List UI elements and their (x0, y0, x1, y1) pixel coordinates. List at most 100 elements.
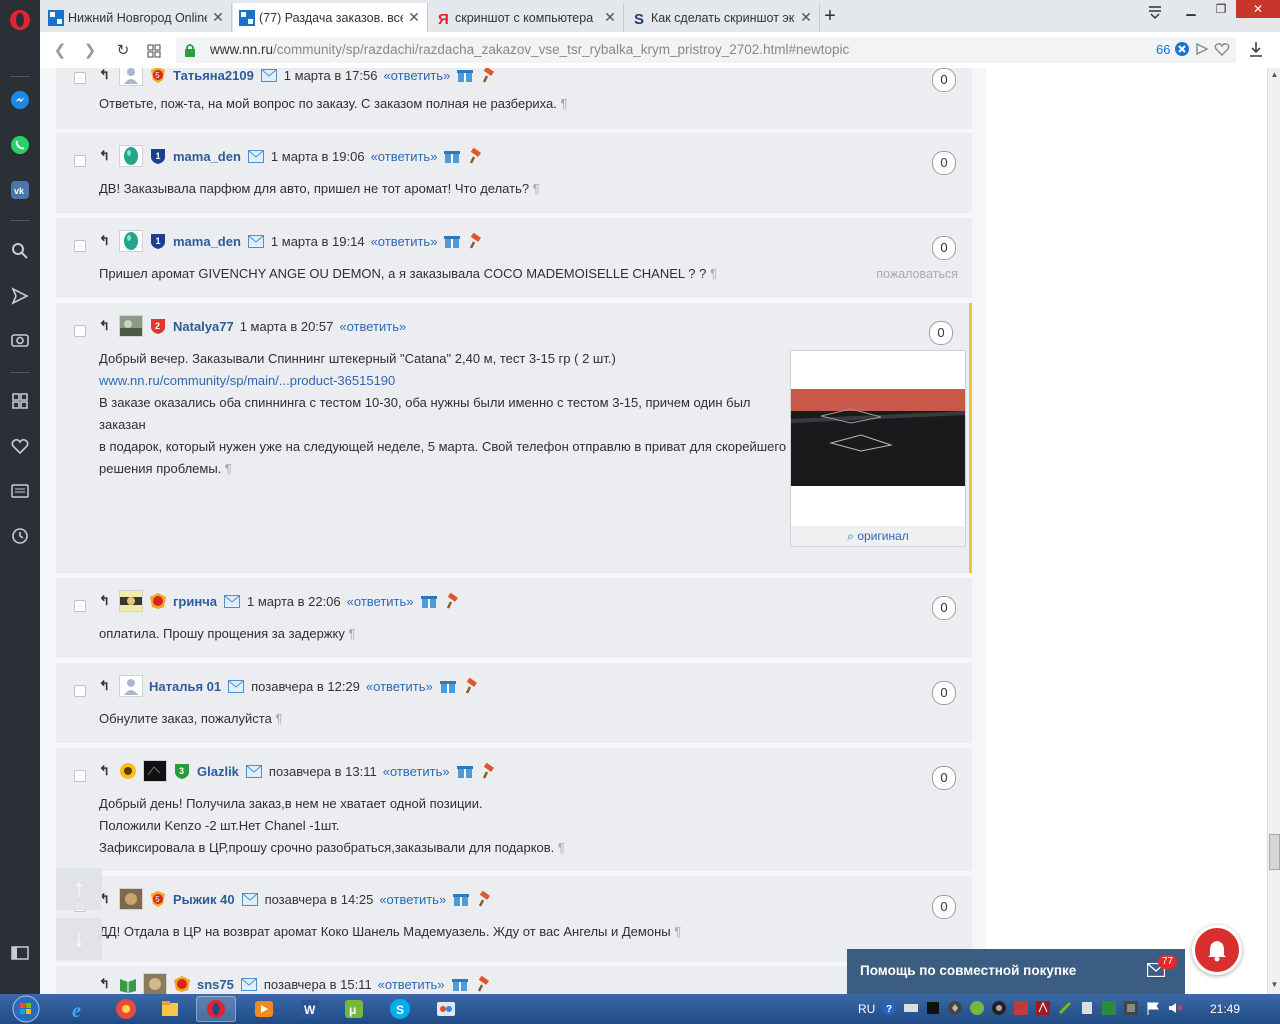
paint-taskbar-icon[interactable] (426, 996, 466, 1022)
tab-razdacha[interactable]: (77) Раздача заказов. все ✕ (233, 3, 428, 32)
reply-link[interactable]: «ответить» (379, 892, 446, 907)
back-icon[interactable]: ❮ (50, 41, 70, 61)
start-button[interactable] (6, 994, 46, 1024)
history-icon[interactable] (8, 524, 32, 548)
keyboard-icon[interactable] (903, 1000, 919, 1019)
search-icon[interactable] (8, 239, 32, 263)
select-checkbox[interactable]: · (74, 685, 86, 697)
close-tab-icon[interactable]: ✕ (407, 9, 421, 26)
forward-icon[interactable]: ❯ (80, 41, 100, 61)
tray-icon-d[interactable] (1013, 1000, 1029, 1019)
reply-link[interactable]: «ответить» (371, 234, 438, 249)
scrollbar-thumb[interactable] (1269, 834, 1280, 870)
attached-image[interactable]: ⌕ оригинал (790, 350, 966, 547)
select-checkbox[interactable]: · (74, 240, 86, 252)
utorrent-taskbar-icon[interactable]: μ (334, 996, 374, 1022)
mail-icon[interactable] (245, 762, 263, 780)
messenger-icon[interactable] (8, 88, 32, 112)
gift-icon[interactable] (443, 147, 461, 165)
hammer-icon[interactable] (480, 68, 498, 84)
close-tab-icon[interactable]: ✕ (799, 9, 813, 26)
avatar[interactable] (119, 675, 143, 697)
news-icon[interactable] (8, 479, 32, 503)
chrome-taskbar-icon[interactable] (106, 996, 146, 1022)
select-checkbox[interactable]: · (74, 600, 86, 612)
reply-arrow-icon[interactable]: ↰ (99, 763, 113, 779)
reply-arrow-icon[interactable]: ↰ (99, 976, 113, 992)
complain-link[interactable]: пожаловаться (876, 267, 958, 281)
username[interactable]: mama_den (173, 234, 241, 249)
scroll-up-button[interactable]: ↑ (56, 868, 102, 910)
opera-taskbar-icon[interactable] (196, 996, 236, 1022)
tray-icon-c[interactable] (991, 1000, 1007, 1019)
rating-counter[interactable]: 0 (932, 236, 956, 260)
reply-arrow-icon[interactable]: ↰ (99, 68, 113, 83)
page-scrollbar[interactable]: ▲ ▼ (1267, 68, 1280, 994)
maximize-icon[interactable]: ❐ (1206, 0, 1236, 18)
files-taskbar-icon[interactable] (150, 996, 190, 1022)
hammer-icon[interactable] (480, 762, 498, 780)
reply-link[interactable]: «ответить» (383, 68, 450, 83)
gift-icon[interactable] (420, 592, 438, 610)
clock[interactable]: 21:49 (1210, 1002, 1240, 1016)
reply-link[interactable]: «ответить» (347, 594, 414, 609)
reply-arrow-icon[interactable]: ↰ (99, 148, 113, 164)
snap-icon[interactable] (1194, 41, 1210, 60)
mail-icon[interactable] (247, 232, 265, 250)
avatar[interactable] (119, 230, 143, 252)
gift-icon[interactable] (443, 232, 461, 250)
tray-icon-f[interactable] (1079, 1000, 1095, 1019)
tray-icon-g[interactable] (1101, 1000, 1117, 1019)
hammer-icon[interactable] (476, 890, 494, 908)
rating-counter[interactable]: 0 (932, 596, 956, 620)
rating-counter[interactable]: 0 (932, 68, 956, 92)
gift-icon[interactable] (452, 890, 470, 908)
whatsapp-icon[interactable] (8, 133, 32, 157)
rating-counter[interactable]: 0 (932, 766, 956, 790)
reply-arrow-icon[interactable]: ↰ (99, 233, 113, 249)
tray-icon-a[interactable] (925, 1000, 941, 1019)
mail-icon[interactable] (227, 677, 245, 695)
word-taskbar-icon[interactable]: W (290, 996, 330, 1022)
tab-nn-online[interactable]: Нижний Новгород Online ✕ (42, 3, 232, 32)
url-field[interactable]: www.nn.ru/community/sp/razdachi/razdacha… (176, 37, 1236, 63)
vk-icon[interactable]: vk (8, 178, 32, 202)
original-image-link[interactable]: ⌕ оригинал (791, 526, 965, 546)
adblock-counter[interactable]: 66 (1156, 42, 1170, 57)
username[interactable]: mama_den (173, 149, 241, 164)
mail-icon[interactable] (241, 890, 259, 908)
close-tab-icon[interactable]: ✕ (211, 9, 225, 26)
send-icon[interactable] (8, 284, 32, 308)
ie-taskbar-icon[interactable]: e (60, 996, 100, 1022)
avatar[interactable] (119, 145, 143, 167)
opera-menu-icon[interactable] (8, 8, 32, 32)
hammer-icon[interactable] (463, 677, 481, 695)
close-window-icon[interactable]: ✕ (1236, 0, 1280, 18)
rating-counter[interactable]: 0 (932, 895, 956, 919)
reload-icon[interactable]: ↻ (113, 41, 133, 61)
select-checkbox[interactable]: · (74, 770, 86, 782)
camera-icon[interactable] (8, 328, 32, 352)
username[interactable]: Рыжик 40 (173, 892, 235, 907)
reply-arrow-icon[interactable]: ↰ (99, 593, 113, 609)
download-icon[interactable] (1248, 41, 1264, 62)
gift-icon[interactable] (439, 677, 457, 695)
username[interactable]: Glazlik (197, 764, 239, 779)
tray-icon-h[interactable] (1123, 1000, 1139, 1019)
tab-yandex-search[interactable]: Я скриншот с компьютера ✕ (429, 3, 624, 32)
mail-icon[interactable] (223, 592, 241, 610)
reply-arrow-icon[interactable]: ↰ (99, 678, 113, 694)
tab-menu-icon[interactable] (1145, 2, 1165, 20)
avatar[interactable] (119, 590, 143, 612)
username[interactable]: Татьяна2109 (173, 68, 254, 83)
bookmark-heart-icon[interactable] (1214, 41, 1230, 60)
scroll-up-arrow-icon[interactable]: ▲ (1268, 70, 1280, 79)
scroll-down-arrow-icon[interactable]: ▼ (1268, 980, 1280, 989)
language-indicator[interactable]: RU (858, 1002, 875, 1016)
avatar[interactable] (119, 888, 143, 910)
help-chat-widget[interactable]: Помощь по совместной покупке 77 (847, 949, 1185, 994)
skype-taskbar-icon[interactable]: S (380, 996, 420, 1022)
heart-icon[interactable] (8, 434, 32, 458)
gift-icon[interactable] (456, 68, 474, 84)
username[interactable]: Natalya77 (173, 319, 234, 334)
